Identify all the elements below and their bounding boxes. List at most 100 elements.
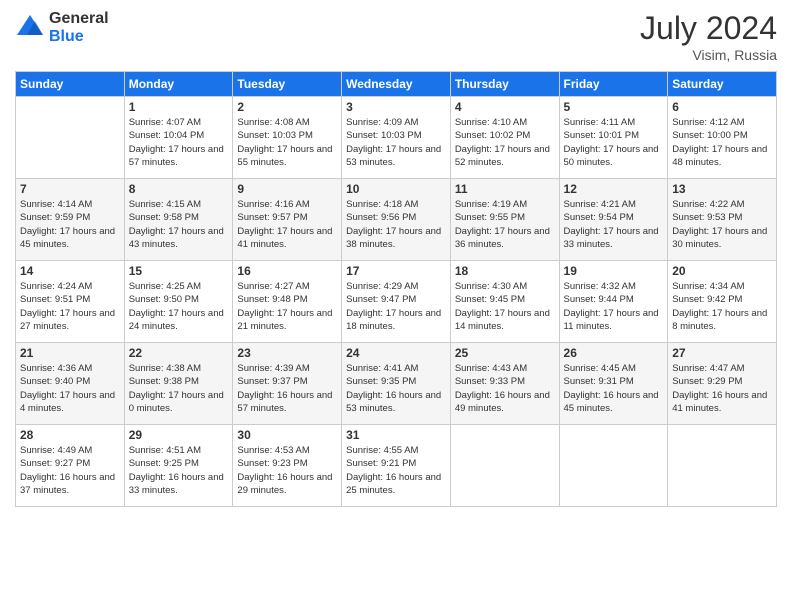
calendar-cell: 13 Sunrise: 4:22 AMSunset: 9:53 PMDayligh… [668, 179, 777, 261]
day-number: 13 [672, 182, 772, 196]
day-header-thursday: Thursday [450, 72, 559, 97]
day-number: 2 [237, 100, 337, 114]
calendar-cell: 4 Sunrise: 4:10 AMSunset: 10:02 PMDayligh… [450, 97, 559, 179]
month-year: July 2024 [640, 10, 777, 47]
day-number: 20 [672, 264, 772, 278]
logo-blue-text: Blue [49, 28, 109, 46]
day-number: 28 [20, 428, 120, 442]
calendar-cell: 30 Sunrise: 4:53 AMSunset: 9:23 PMDayligh… [233, 425, 342, 507]
calendar-cell: 16 Sunrise: 4:27 AMSunset: 9:48 PMDayligh… [233, 261, 342, 343]
location: Visim, Russia [640, 47, 777, 63]
calendar-cell: 5 Sunrise: 4:11 AMSunset: 10:01 PMDayligh… [559, 97, 668, 179]
calendar-week-2: 7Sunrise: 4:14 AMSunset: 9:59 PMDaylight… [16, 179, 777, 261]
day-info: Sunrise: 4:09 AMSunset: 10:03 PMDaylight… [346, 116, 446, 169]
calendar-table: SundayMondayTuesdayWednesdayThursdayFrid… [15, 71, 777, 507]
calendar-container: General Blue July 2024 Visim, Russia Sun… [0, 0, 792, 612]
calendar-week-5: 28Sunrise: 4:49 AMSunset: 9:27 PMDayligh… [16, 425, 777, 507]
calendar-cell: 7Sunrise: 4:14 AMSunset: 9:59 PMDaylight… [16, 179, 125, 261]
calendar-cell [559, 425, 668, 507]
day-number: 4 [455, 100, 555, 114]
day-number: 25 [455, 346, 555, 360]
day-number: 10 [346, 182, 446, 196]
day-number: 14 [20, 264, 120, 278]
day-number: 22 [129, 346, 229, 360]
day-header-friday: Friday [559, 72, 668, 97]
day-number: 8 [129, 182, 229, 196]
day-header-saturday: Saturday [668, 72, 777, 97]
calendar-cell: 19 Sunrise: 4:32 AMSunset: 9:44 PMDayligh… [559, 261, 668, 343]
calendar-cell: 10 Sunrise: 4:18 AMSunset: 9:56 PMDayligh… [342, 179, 451, 261]
header: General Blue July 2024 Visim, Russia [15, 10, 777, 63]
day-number: 27 [672, 346, 772, 360]
calendar-cell: 18Sunrise: 4:30 AMSunset: 9:45 PMDayligh… [450, 261, 559, 343]
logo-general-text: General [49, 10, 109, 28]
day-number: 5 [564, 100, 664, 114]
day-info: Sunrise: 4:22 AMSunset: 9:53 PMDaylight:… [672, 198, 772, 251]
day-number: 24 [346, 346, 446, 360]
logo-icon [15, 13, 45, 43]
day-number: 19 [564, 264, 664, 278]
day-info: Sunrise: 4:36 AMSunset: 9:40 PMDaylight:… [20, 362, 120, 415]
day-info: Sunrise: 4:47 AMSunset: 9:29 PMDaylight:… [672, 362, 772, 415]
calendar-cell: 14 Sunrise: 4:24 AMSunset: 9:51 PMDayligh… [16, 261, 125, 343]
day-info: Sunrise: 4:08 AMSunset: 10:03 PMDaylight… [237, 116, 337, 169]
day-number: 30 [237, 428, 337, 442]
day-number: 23 [237, 346, 337, 360]
day-number: 26 [564, 346, 664, 360]
calendar-cell: 2 Sunrise: 4:08 AMSunset: 10:03 PMDayligh… [233, 97, 342, 179]
calendar-cell: 28Sunrise: 4:49 AMSunset: 9:27 PMDayligh… [16, 425, 125, 507]
day-info: Sunrise: 4:10 AMSunset: 10:02 PMDaylight… [455, 116, 555, 169]
day-info: Sunrise: 4:45 AMSunset: 9:31 PMDaylight:… [564, 362, 664, 415]
calendar-cell: 29 Sunrise: 4:51 AMSunset: 9:25 PMDayligh… [124, 425, 233, 507]
day-number: 16 [237, 264, 337, 278]
day-info: Sunrise: 4:51 AMSunset: 9:25 PMDaylight:… [129, 444, 229, 497]
calendar-body: 1Sunrise: 4:07 AMSunset: 10:04 PMDayligh… [16, 97, 777, 507]
day-info: Sunrise: 4:15 AMSunset: 9:58 PMDaylight:… [129, 198, 229, 251]
calendar-cell: 31 Sunrise: 4:55 AMSunset: 9:21 PMDayligh… [342, 425, 451, 507]
day-info: Sunrise: 4:53 AMSunset: 9:23 PMDaylight:… [237, 444, 337, 497]
day-number: 31 [346, 428, 446, 442]
day-header-monday: Monday [124, 72, 233, 97]
logo: General Blue [15, 10, 109, 45]
title-block: July 2024 Visim, Russia [640, 10, 777, 63]
day-number: 21 [20, 346, 120, 360]
calendar-header-row: SundayMondayTuesdayWednesdayThursdayFrid… [16, 72, 777, 97]
day-info: Sunrise: 4:19 AMSunset: 9:55 PMDaylight:… [455, 198, 555, 251]
day-info: Sunrise: 4:14 AMSunset: 9:59 PMDaylight:… [20, 198, 120, 251]
day-number: 6 [672, 100, 772, 114]
calendar-cell: 6 Sunrise: 4:12 AMSunset: 10:00 PMDayligh… [668, 97, 777, 179]
day-info: Sunrise: 4:12 AMSunset: 10:00 PMDaylight… [672, 116, 772, 169]
day-number: 17 [346, 264, 446, 278]
logo-text: General Blue [49, 10, 109, 45]
day-header-sunday: Sunday [16, 72, 125, 97]
day-info: Sunrise: 4:18 AMSunset: 9:56 PMDaylight:… [346, 198, 446, 251]
day-info: Sunrise: 4:34 AMSunset: 9:42 PMDaylight:… [672, 280, 772, 333]
calendar-cell: 12Sunrise: 4:21 AMSunset: 9:54 PMDayligh… [559, 179, 668, 261]
calendar-cell: 27 Sunrise: 4:47 AMSunset: 9:29 PMDayligh… [668, 343, 777, 425]
calendar-cell: 26 Sunrise: 4:45 AMSunset: 9:31 PMDayligh… [559, 343, 668, 425]
day-info: Sunrise: 4:27 AMSunset: 9:48 PMDaylight:… [237, 280, 337, 333]
day-header-tuesday: Tuesday [233, 72, 342, 97]
day-info: Sunrise: 4:30 AMSunset: 9:45 PMDaylight:… [455, 280, 555, 333]
day-info: Sunrise: 4:32 AMSunset: 9:44 PMDaylight:… [564, 280, 664, 333]
calendar-cell: 15Sunrise: 4:25 AMSunset: 9:50 PMDayligh… [124, 261, 233, 343]
day-info: Sunrise: 4:11 AMSunset: 10:01 PMDaylight… [564, 116, 664, 169]
day-info: Sunrise: 4:38 AMSunset: 9:38 PMDaylight:… [129, 362, 229, 415]
day-info: Sunrise: 4:16 AMSunset: 9:57 PMDaylight:… [237, 198, 337, 251]
day-info: Sunrise: 4:41 AMSunset: 9:35 PMDaylight:… [346, 362, 446, 415]
day-number: 29 [129, 428, 229, 442]
calendar-cell: 17 Sunrise: 4:29 AMSunset: 9:47 PMDayligh… [342, 261, 451, 343]
calendar-cell: 8 Sunrise: 4:15 AMSunset: 9:58 PMDaylight… [124, 179, 233, 261]
day-info: Sunrise: 4:43 AMSunset: 9:33 PMDaylight:… [455, 362, 555, 415]
day-number: 9 [237, 182, 337, 196]
calendar-cell [16, 97, 125, 179]
day-info: Sunrise: 4:39 AMSunset: 9:37 PMDaylight:… [237, 362, 337, 415]
day-info: Sunrise: 4:55 AMSunset: 9:21 PMDaylight:… [346, 444, 446, 497]
calendar-cell [450, 425, 559, 507]
day-info: Sunrise: 4:07 AMSunset: 10:04 PMDaylight… [129, 116, 229, 169]
day-number: 12 [564, 182, 664, 196]
calendar-cell: 25 Sunrise: 4:43 AMSunset: 9:33 PMDayligh… [450, 343, 559, 425]
day-info: Sunrise: 4:29 AMSunset: 9:47 PMDaylight:… [346, 280, 446, 333]
day-info: Sunrise: 4:24 AMSunset: 9:51 PMDaylight:… [20, 280, 120, 333]
day-header-wednesday: Wednesday [342, 72, 451, 97]
